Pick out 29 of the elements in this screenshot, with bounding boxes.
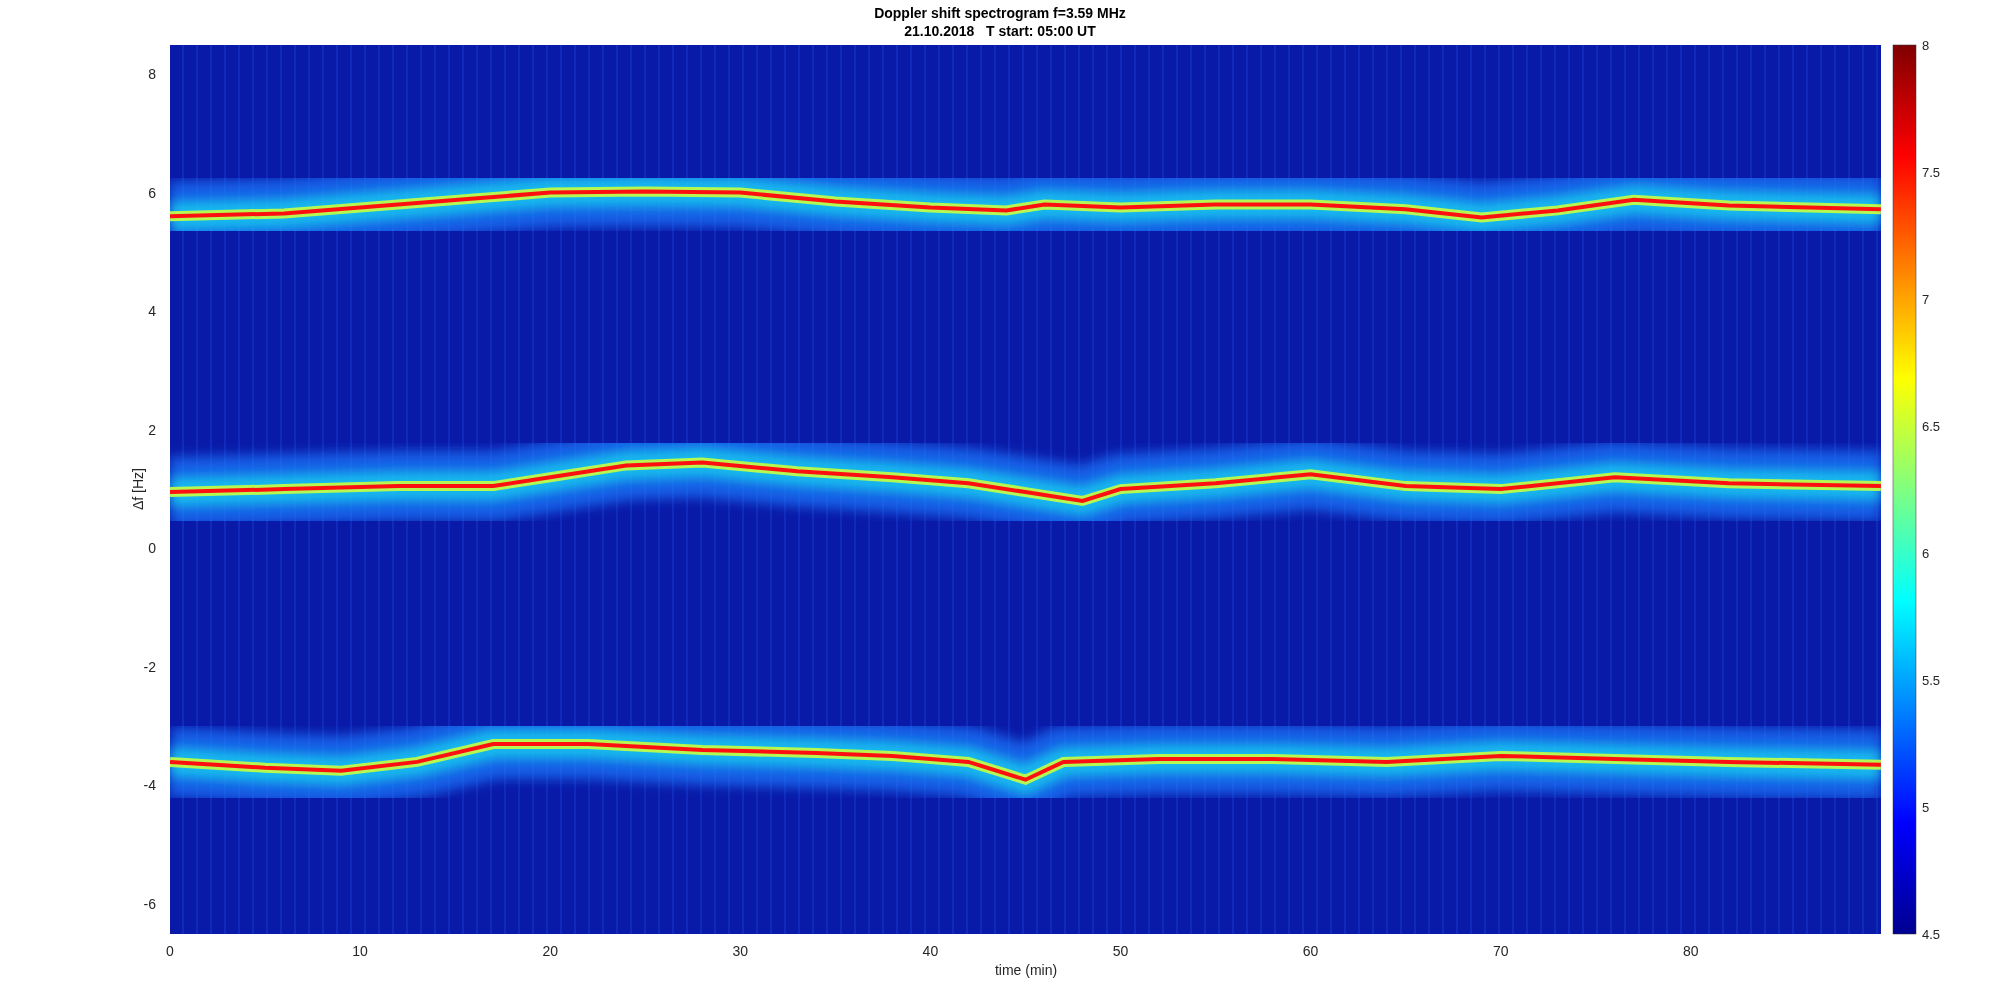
colorbar-tick-label: 8: [1922, 38, 1930, 53]
x-tick-label: 60: [1302, 943, 1319, 959]
chart-subtitle: 21.10.2018 T start: 05:00 UT: [904, 23, 1096, 39]
x-tick-label: 50: [1112, 943, 1129, 959]
y-tick-label: 0: [148, 540, 156, 557]
y-tick-label: -6: [143, 896, 156, 912]
colorbar-tick-label: 7: [1922, 292, 1930, 307]
x-tick-label: 70: [1492, 943, 1509, 959]
x-tick-label: 80: [1683, 943, 1699, 959]
x-tick-label: 40: [922, 943, 939, 959]
x-tick-label: 0: [166, 943, 174, 959]
y-tick-label: 8: [148, 66, 156, 82]
x-axis-label: time (min): [994, 962, 1058, 978]
colorbar-tick-label: 7.5: [1922, 165, 1941, 180]
y-tick-label: -2: [143, 658, 156, 675]
x-tick-label: 30: [732, 943, 749, 959]
x-tick-label: 10: [352, 943, 368, 959]
y-tick-label: 4: [148, 303, 156, 320]
colorbar-tick-label: 6: [1922, 546, 1930, 561]
y-tick-label: 6: [148, 184, 156, 201]
colorbar-tick-label: 4.5: [1922, 927, 1941, 942]
y-axis-label: Δf [Hz]: [130, 468, 146, 510]
colorbar-tick-label: 5: [1922, 800, 1930, 815]
colorbar-tick-label: 5.5: [1922, 673, 1941, 688]
colorbar-tick-label: 6.5: [1922, 419, 1941, 434]
y-tick-label: 2: [148, 421, 156, 438]
chart-title: Doppler shift spectrogram f=3.59 MHz: [874, 5, 1126, 21]
x-tick-label: 20: [542, 943, 558, 959]
y-tick-label: -4: [143, 777, 156, 794]
